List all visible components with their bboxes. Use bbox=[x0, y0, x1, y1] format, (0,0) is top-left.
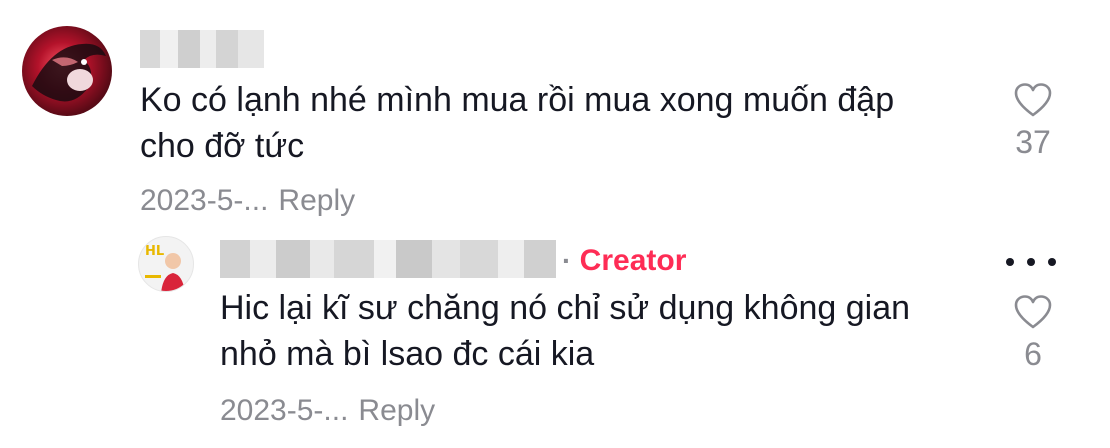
reply-like-count: 6 bbox=[1024, 336, 1042, 372]
more-horizontal-icon bbox=[1006, 258, 1014, 266]
svg-text:HL: HL bbox=[145, 244, 164, 259]
comment-like-count: 37 bbox=[1015, 124, 1051, 160]
creator-label: · Creator bbox=[562, 243, 686, 279]
heart-outline-icon bbox=[1014, 295, 1052, 329]
comment-text-line-2: cho đỡ tức bbox=[140, 127, 305, 165]
reply-meta: 2023-5-... Reply bbox=[220, 393, 435, 429]
commenter-username[interactable] bbox=[140, 30, 264, 68]
creator-avatar[interactable]: HL bbox=[138, 236, 194, 292]
reply-reply-button[interactable]: Reply bbox=[358, 394, 435, 427]
reply-text-line-1: Hic lại kĩ sư chăng nó chỉ sử dụng không… bbox=[220, 289, 911, 327]
creator-badge: Creator bbox=[579, 244, 687, 277]
heart-outline-icon bbox=[1014, 83, 1052, 117]
reply-text-line-2: nhỏ mà bì lsao đc cái kia bbox=[220, 335, 595, 373]
more-options-button[interactable] bbox=[1006, 252, 1056, 272]
comment-text-line-1: Ko có lạnh nhé mình mua rồi mua xong muố… bbox=[140, 81, 895, 119]
reply-date: 2023-5-... bbox=[220, 394, 349, 427]
creator-separator: · bbox=[562, 245, 572, 276]
comment-like-button[interactable]: 37 bbox=[1003, 82, 1063, 162]
creator-username[interactable] bbox=[220, 240, 556, 278]
comment-date: 2023-5-... bbox=[140, 184, 269, 217]
comment-meta: 2023-5-... Reply bbox=[140, 183, 355, 219]
reply-like-button[interactable]: 6 bbox=[1003, 294, 1063, 374]
commenter-avatar[interactable] bbox=[22, 26, 112, 116]
comment-reply-button[interactable]: Reply bbox=[278, 184, 355, 217]
